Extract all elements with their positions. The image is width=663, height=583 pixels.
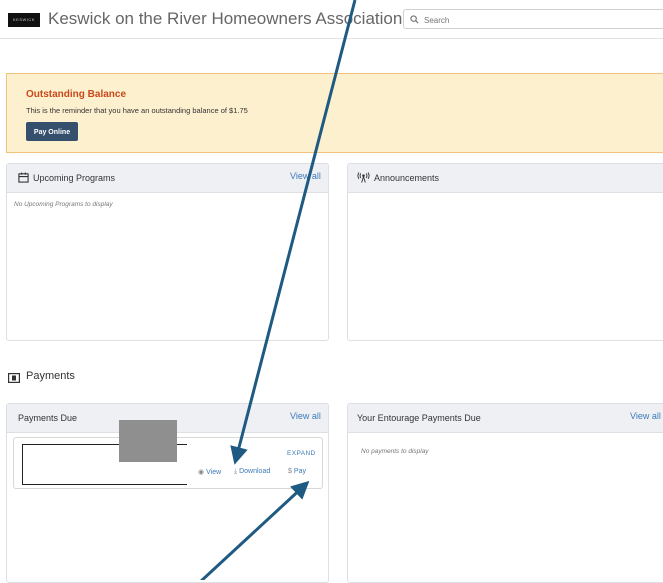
annotation-arrows <box>199 0 357 580</box>
arrow-to-view <box>230 0 357 465</box>
arrow-to-pay <box>199 480 310 580</box>
